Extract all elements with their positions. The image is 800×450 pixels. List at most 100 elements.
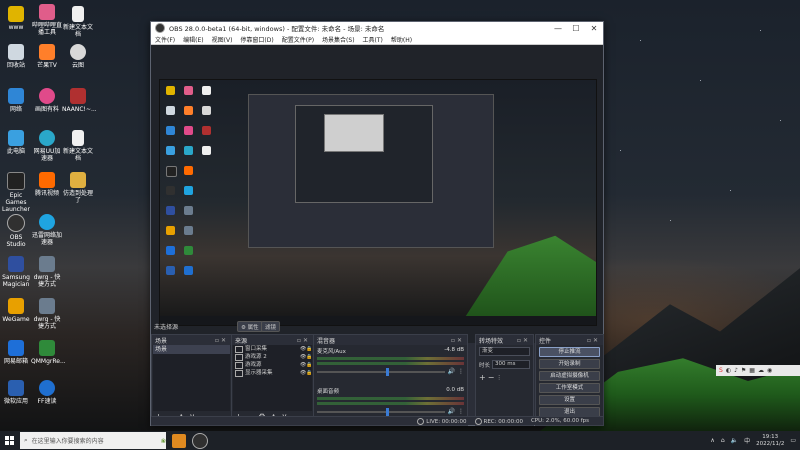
lock-icon[interactable]: 🔒 bbox=[306, 353, 312, 361]
taskbar-obs-icon[interactable] bbox=[192, 432, 208, 449]
desktop-icon-bilibili-live[interactable]: 哔哩哔哩直播工具 bbox=[31, 4, 63, 36]
tray-app-icon[interactable]: ◐ bbox=[726, 367, 731, 374]
desktop-icon-www[interactable]: www bbox=[0, 6, 32, 31]
close-button[interactable]: ✕ bbox=[585, 24, 603, 33]
mail-icon bbox=[8, 340, 24, 356]
desktop-icon-uu[interactable]: 网易UU加速器 bbox=[31, 130, 63, 162]
volume-slider-knob[interactable] bbox=[386, 407, 390, 416]
desktop-icon-paint[interactable]: 画图有料 bbox=[31, 88, 63, 113]
ime-icon[interactable]: 中 bbox=[744, 436, 750, 445]
lock-icon[interactable]: 🔒 bbox=[306, 345, 312, 353]
more-options-icon[interactable]: ⋮ bbox=[458, 368, 464, 375]
desktop-icon-epic[interactable]: Epic Games Launcher bbox=[0, 172, 32, 213]
dock-float-close-icon[interactable]: ▫✕ bbox=[451, 337, 464, 344]
desktop-icon-ff[interactable]: FF速读 bbox=[31, 380, 63, 405]
desktop-icon-new-text-1[interactable]: 新建文本文档 bbox=[62, 6, 94, 38]
studio-mode-button[interactable]: 工作室模式 bbox=[539, 383, 600, 393]
clock[interactable]: 19:13 2022/11/2 bbox=[756, 434, 784, 448]
sogou-input-icon[interactable]: S bbox=[719, 367, 723, 374]
menu-view[interactable]: 视图(V) bbox=[208, 35, 237, 44]
menu-scene-collection[interactable]: 场景集合(S) bbox=[318, 35, 359, 44]
desktop-icon-new-text-2[interactable]: 新建文本文档 bbox=[62, 130, 94, 162]
desktop-icon-netease-mail[interactable]: 网易邮箱 bbox=[0, 340, 32, 365]
taskbar-search[interactable]: ⌕ 在这里输入你要搜索的内容 ❀ bbox=[20, 432, 166, 449]
scene-item[interactable]: 场景 bbox=[153, 345, 230, 354]
more-options-icon[interactable]: ⋮ bbox=[496, 375, 502, 381]
menu-docks[interactable]: 停靠窗口(D) bbox=[236, 35, 277, 44]
taskbar-app-icon[interactable] bbox=[172, 433, 186, 448]
dock-float-close-icon[interactable]: ▫✕ bbox=[517, 337, 530, 344]
add-transition-icon[interactable]: + bbox=[479, 373, 486, 382]
start-button[interactable] bbox=[0, 431, 18, 450]
notification-icon[interactable]: ▭ bbox=[790, 437, 796, 444]
tray-app-icon[interactable]: ◉ bbox=[767, 367, 772, 374]
speaker-icon[interactable]: 🔊 bbox=[448, 368, 455, 375]
desktop-icon-obs[interactable]: OBS Studio bbox=[0, 214, 32, 248]
source-item[interactable]: 游戏源 2 👁 🔒 bbox=[233, 353, 312, 361]
preview-desktop-icon bbox=[166, 126, 175, 135]
desktop-icon-samsung-magician[interactable]: Samsung Magician bbox=[0, 256, 32, 288]
start-recording-button[interactable]: 开始录制 bbox=[539, 359, 600, 369]
duration-input[interactable]: 300 ms bbox=[492, 360, 530, 369]
start-virtual-camera-button[interactable]: 启动虚拟摄像机 bbox=[539, 371, 600, 381]
volume-slider[interactable] bbox=[317, 367, 445, 376]
source-item[interactable]: 显示器采集 👁 🔒 bbox=[233, 369, 312, 377]
minimize-button[interactable]: — bbox=[549, 24, 567, 33]
menu-edit[interactable]: 编辑(E) bbox=[179, 35, 207, 44]
search-placeholder: 在这里输入你要搜索的内容 bbox=[31, 438, 104, 445]
desktop-icon-network[interactable]: 网络 bbox=[0, 88, 32, 113]
desktop-icon-xunlei[interactable]: 迅雷网络加速器 bbox=[31, 214, 63, 246]
volume-slider[interactable] bbox=[317, 407, 445, 416]
tray-app-icon[interactable]: ☁ bbox=[758, 367, 764, 374]
menu-help[interactable]: 帮助(H) bbox=[387, 35, 416, 44]
settings-button[interactable]: 设置 bbox=[539, 395, 600, 405]
desktop-icon-this-pc[interactable]: 此电脑 bbox=[0, 130, 32, 155]
image-file-icon bbox=[70, 88, 86, 104]
desktop-icon-mango-tv[interactable]: 芒果TV bbox=[31, 44, 63, 69]
filters-button[interactable]: 滤镜 bbox=[261, 321, 281, 332]
dock-float-close-icon[interactable]: ▫✕ bbox=[297, 337, 310, 344]
source-item[interactable]: 窗口采集 👁 🔒 bbox=[233, 345, 312, 353]
menu-file[interactable]: 文件(F) bbox=[151, 35, 179, 44]
scenes-dock-title: 场景 bbox=[155, 337, 168, 345]
transition-type-select[interactable]: 渐变 bbox=[479, 347, 530, 356]
stop-streaming-button[interactable]: 停止推流 bbox=[539, 347, 600, 357]
dock-float-close-icon[interactable]: ▫✕ bbox=[587, 337, 600, 344]
title-bar[interactable]: OBS 28.0.0-beta1 (64-bit, windows) - 配置文… bbox=[151, 22, 603, 34]
accelerator-icon bbox=[39, 214, 55, 230]
dock-float-close-icon[interactable]: ▫✕ bbox=[215, 337, 228, 344]
source-item[interactable]: 游戏源 👁 🔒 bbox=[233, 361, 312, 369]
more-options-icon[interactable]: ⋮ bbox=[458, 408, 464, 415]
desktop-icon-wegame[interactable]: WeGame bbox=[0, 298, 32, 323]
desktop-icon-dwrg-2[interactable]: dwrg - 快捷方式 bbox=[31, 298, 63, 330]
menu-profile[interactable]: 配置文件(P) bbox=[278, 35, 318, 44]
desktop-icon-tencent-video[interactable]: 腾讯视频 bbox=[31, 172, 63, 197]
maximize-button[interactable]: ☐ bbox=[567, 24, 585, 33]
show-hidden-icons[interactable]: ∧ bbox=[710, 437, 714, 444]
desktop-icon-recycle-bin[interactable]: 回收站 bbox=[0, 44, 32, 69]
preview-desktop-icon bbox=[184, 186, 193, 195]
tray-app-icon[interactable]: ▦ bbox=[749, 367, 755, 374]
channel-db: -4.8 dB bbox=[444, 347, 464, 353]
desktop-icon-cloud[interactable]: 云图 bbox=[62, 44, 94, 69]
preview-canvas[interactable] bbox=[159, 79, 597, 326]
properties-button[interactable]: ⚙ 属性 bbox=[237, 321, 263, 332]
desktop-icon-naanc[interactable]: NAANC!~... bbox=[62, 88, 97, 113]
remove-transition-icon[interactable]: − bbox=[488, 373, 495, 382]
desktop-icon-dwrg-1[interactable]: dwrg - 快捷方式 bbox=[31, 256, 63, 288]
menu-tools[interactable]: 工具(T) bbox=[359, 35, 387, 44]
volume-slider-knob[interactable] bbox=[386, 367, 390, 376]
desktop-icon-ms-app[interactable]: 微软应用 bbox=[0, 380, 32, 405]
live-indicator-icon bbox=[417, 417, 425, 425]
desktop-icon-qmm[interactable]: QMMgrRe... bbox=[31, 340, 66, 365]
speaker-icon[interactable]: 🔊 bbox=[448, 408, 455, 415]
tray-app-icon[interactable]: ⚑ bbox=[741, 367, 746, 374]
preview-desktop-icon bbox=[166, 206, 175, 215]
tray-app-icon[interactable]: ♪ bbox=[734, 367, 738, 374]
desktop-icon-folder-2[interactable]: 仿造到处理了 bbox=[62, 172, 94, 204]
level-meter bbox=[317, 362, 464, 365]
network-icon[interactable]: ⌂ bbox=[721, 437, 725, 444]
lock-icon[interactable]: 🔒 bbox=[306, 369, 312, 377]
lock-icon[interactable]: 🔒 bbox=[306, 361, 312, 369]
volume-icon[interactable]: 🔈 bbox=[731, 437, 738, 444]
